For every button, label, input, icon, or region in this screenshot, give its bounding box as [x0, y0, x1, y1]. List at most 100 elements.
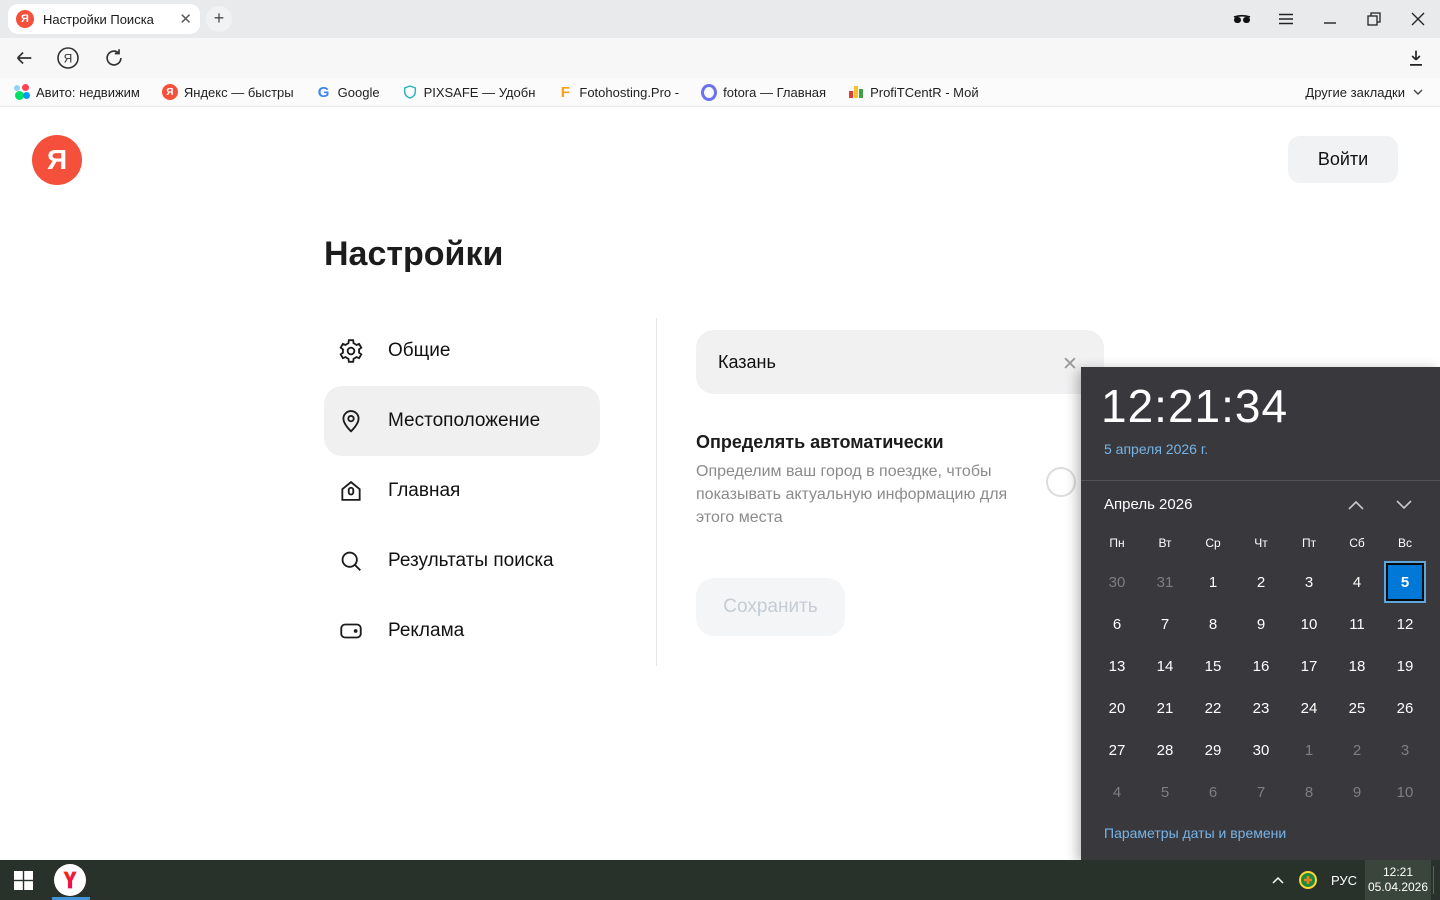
start-button[interactable]: [0, 860, 46, 900]
calendar-day[interactable]: 2: [1333, 729, 1381, 771]
incognito-glasses-icon[interactable]: [1220, 0, 1264, 38]
calendar-day[interactable]: 26: [1381, 687, 1429, 729]
close-window-button[interactable]: [1396, 0, 1440, 38]
bookmark-pixsafe[interactable]: PIXSAFE — Удобн: [402, 84, 536, 100]
calendar-day[interactable]: 22: [1189, 687, 1237, 729]
calendar-day[interactable]: 6: [1093, 603, 1141, 645]
sidebar-item-location[interactable]: Местоположение: [324, 386, 600, 456]
calendar-day-number: 12: [1397, 616, 1414, 633]
calendar-day[interactable]: 7: [1237, 771, 1285, 813]
refresh-icon[interactable]: [102, 46, 126, 70]
bookmark-google[interactable]: GGoogle: [316, 84, 380, 100]
calendar-day[interactable]: 3: [1285, 561, 1333, 603]
calendar-day[interactable]: 19: [1381, 645, 1429, 687]
browser-menu-icon[interactable]: [1264, 0, 1308, 38]
calendar-prev-month-icon[interactable]: [1343, 495, 1369, 515]
calendar-day[interactable]: 21: [1141, 687, 1189, 729]
calendar-day[interactable]: 2: [1237, 561, 1285, 603]
day-header: Пн: [1093, 533, 1141, 553]
calendar-day[interactable]: 11: [1333, 603, 1381, 645]
calendar-day[interactable]: 18: [1333, 645, 1381, 687]
restore-button[interactable]: [1352, 0, 1396, 38]
calendar-day[interactable]: 7: [1141, 603, 1189, 645]
calendar-day[interactable]: 9: [1333, 771, 1381, 813]
calendar-day-selected[interactable]: 5: [1381, 561, 1429, 603]
calendar-day[interactable]: 4: [1093, 771, 1141, 813]
bookmark-avito[interactable]: Авито: недвижим: [14, 84, 140, 100]
minimize-button[interactable]: [1308, 0, 1352, 38]
auto-detect-toggle[interactable]: [1046, 467, 1076, 497]
bookmark-fotohosting[interactable]: FFotohosting.Pro -: [557, 84, 679, 100]
city-input[interactable]: [696, 330, 1104, 394]
yandex-browser-taskbar-icon[interactable]: [54, 864, 86, 896]
sidebar-item-home[interactable]: Главная: [324, 456, 600, 526]
calendar-day-number: 21: [1157, 700, 1174, 717]
calendar-day-number: 9: [1353, 784, 1361, 801]
calendar-day[interactable]: 31: [1141, 561, 1189, 603]
taskbar-time: 12:21: [1383, 865, 1413, 880]
sidebar-item-ads[interactable]: Реклама: [324, 596, 600, 666]
calendar-day[interactable]: 17: [1285, 645, 1333, 687]
calendar-day[interactable]: 14: [1141, 645, 1189, 687]
browser-tab[interactable]: Я Настройки Поиска ✕: [8, 4, 200, 34]
calendar-day[interactable]: 12: [1381, 603, 1429, 645]
clock-time: 12:21:34: [1101, 379, 1288, 433]
login-button[interactable]: Войти: [1288, 136, 1398, 183]
date-time-settings-link[interactable]: Параметры даты и времени: [1104, 825, 1286, 841]
calendar-day[interactable]: 5: [1141, 771, 1189, 813]
bookmark-list: Авито: недвижим ЯЯндекс — быстры GGoogle PI…: [14, 78, 979, 106]
other-bookmarks-button[interactable]: Другие закладки: [1305, 78, 1424, 106]
calendar-day-number: 23: [1253, 700, 1270, 717]
new-tab-button[interactable]: +: [206, 6, 232, 32]
calendar-day[interactable]: 4: [1333, 561, 1381, 603]
calendar-day[interactable]: 15: [1189, 645, 1237, 687]
calendar-grid: 3031123456789101112131415161718192021222…: [1093, 561, 1429, 813]
calendar-next-month-icon[interactable]: [1391, 495, 1417, 515]
calendar-day[interactable]: 13: [1093, 645, 1141, 687]
bookmark-profitcentr[interactable]: ProfiTCentR - Мой: [848, 84, 979, 100]
calendar-day-number: 7: [1161, 616, 1169, 633]
calendar-day[interactable]: 30: [1093, 561, 1141, 603]
sidebar-item-general[interactable]: Общие: [324, 316, 600, 386]
back-button[interactable]: [12, 46, 36, 70]
yandex-home-button[interactable]: Я: [56, 46, 80, 70]
sidebar-item-search-results[interactable]: Результаты поиска: [324, 526, 600, 596]
calendar-day[interactable]: 23: [1237, 687, 1285, 729]
antivirus-tray-icon[interactable]: [1293, 870, 1323, 890]
yandex-logo[interactable]: Я: [32, 135, 82, 185]
calendar-day[interactable]: 27: [1093, 729, 1141, 771]
save-button[interactable]: Сохранить: [696, 578, 845, 636]
calendar-day[interactable]: 20: [1093, 687, 1141, 729]
calendar-day[interactable]: 10: [1285, 603, 1333, 645]
taskbar: РУС 12:21 05.04.2026: [0, 860, 1440, 900]
calendar-day[interactable]: 1: [1285, 729, 1333, 771]
calendar-day[interactable]: 29: [1189, 729, 1237, 771]
sidebar-item-label: Реклама: [388, 620, 464, 642]
calendar-day[interactable]: 8: [1189, 603, 1237, 645]
calendar-day[interactable]: 28: [1141, 729, 1189, 771]
language-indicator[interactable]: РУС: [1323, 873, 1365, 888]
calendar-day[interactable]: 10: [1381, 771, 1429, 813]
clear-city-icon[interactable]: ✕: [1062, 353, 1078, 376]
calendar-day[interactable]: 24: [1285, 687, 1333, 729]
bookmark-fotora[interactable]: fotora — Главная: [701, 84, 826, 100]
download-icon[interactable]: [1404, 46, 1428, 70]
show-desktop-button[interactable]: [1434, 860, 1440, 900]
taskbar-clock[interactable]: 12:21 05.04.2026: [1365, 860, 1431, 900]
calendar-day-number: 14: [1157, 658, 1174, 675]
calendar-day[interactable]: 30: [1237, 729, 1285, 771]
calendar-day[interactable]: 25: [1333, 687, 1381, 729]
tray-expand-icon[interactable]: [1263, 875, 1293, 885]
vertical-divider: [656, 318, 657, 666]
clock-date-link[interactable]: 5 апреля 2026 г.: [1104, 441, 1208, 457]
calendar-day-number: 7: [1257, 784, 1265, 801]
bookmark-yandex[interactable]: ЯЯндекс — быстры: [162, 84, 294, 100]
calendar-day[interactable]: 8: [1285, 771, 1333, 813]
calendar-day[interactable]: 6: [1189, 771, 1237, 813]
calendar-day[interactable]: 9: [1237, 603, 1285, 645]
calendar-day[interactable]: 1: [1189, 561, 1237, 603]
calendar-day[interactable]: 3: [1381, 729, 1429, 771]
tab-close-icon[interactable]: ✕: [179, 10, 192, 28]
calendar-day[interactable]: 16: [1237, 645, 1285, 687]
tab-title: Настройки Поиска: [43, 12, 173, 27]
